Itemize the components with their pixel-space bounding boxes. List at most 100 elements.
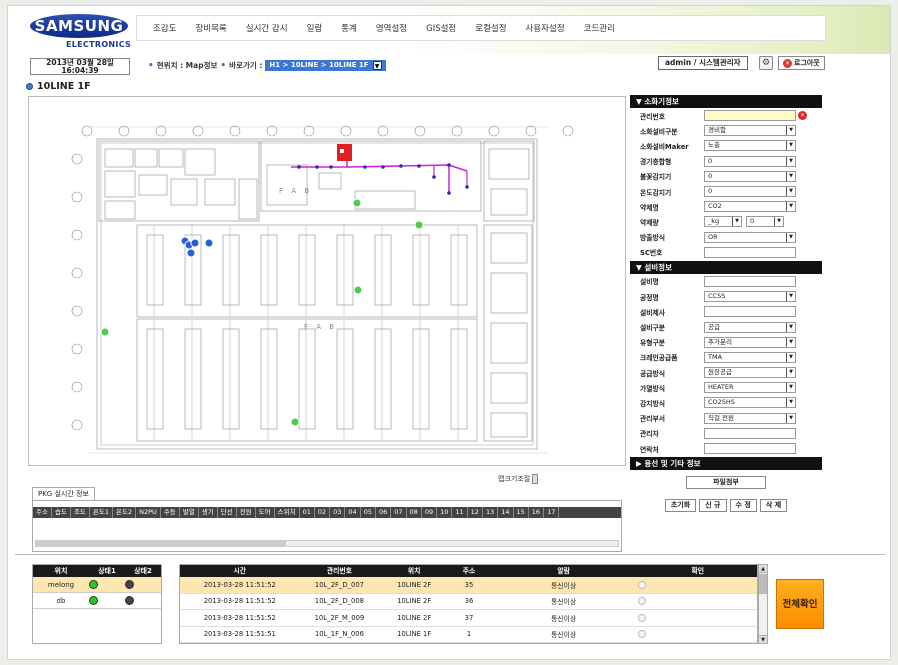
field-select[interactable]: CO2 ▼ <box>704 201 796 213</box>
samsung-logo[interactable]: SAMSUNG <box>30 14 128 38</box>
clear-icon[interactable]: ✕ <box>798 111 807 121</box>
nav-gis-settings[interactable]: GIS설정 <box>426 22 456 34</box>
chevron-down-icon[interactable]: ▼ <box>786 187 795 197</box>
section-equipment-info[interactable]: ▼ 설비정보 <box>630 260 822 274</box>
chevron-down-icon[interactable]: ▼ <box>786 202 795 212</box>
confirm-radio[interactable] <box>638 613 647 622</box>
nav-user-settings[interactable]: 사용자설정 <box>526 22 565 34</box>
chevron-down-icon[interactable]: ▼ <box>732 217 741 227</box>
sensor-marker[interactable] <box>190 238 200 248</box>
chevron-down-icon[interactable]: ▼ <box>786 337 795 347</box>
confirm-radio[interactable] <box>638 580 647 589</box>
field-select[interactable]: 0 ▼ <box>746 216 784 228</box>
sensor-marker[interactable] <box>414 220 424 230</box>
chevron-down-icon[interactable]: ▼ <box>786 141 795 151</box>
confirm-radio[interactable] <box>638 597 647 606</box>
field-select[interactable]: 0 ▼ <box>704 155 796 167</box>
field-input[interactable] <box>704 275 796 287</box>
sensor-marker[interactable] <box>352 198 362 208</box>
field-select[interactable]: HEATER ▼ <box>704 382 796 394</box>
event-id: 10L_2F_D_008 <box>314 597 364 606</box>
fire-extinguisher-marker[interactable] <box>337 144 352 161</box>
chevron-down-icon[interactable]: ▼ <box>786 368 795 378</box>
table-row[interactable]: db <box>33 593 161 609</box>
tab-pkg-realtime[interactable]: PKG 실시간 정보 <box>32 487 95 500</box>
chevron-down-icon[interactable]: ▼ <box>786 322 795 332</box>
field-input[interactable] <box>704 427 796 439</box>
location-select[interactable]: H1 > 10LINE > 10LINE 1F ▼ <box>265 60 386 71</box>
pkg-horizontal-scrollbar[interactable] <box>35 540 619 547</box>
confirm-cell <box>638 597 757 606</box>
table-row[interactable]: 2013-03-28 11:51:51 10L_1F_N_006 10LINE 1F… <box>180 627 757 643</box>
chevron-down-icon[interactable]: ▼ <box>372 61 382 70</box>
field-select[interactable]: 추가분리 ▼ <box>704 336 796 348</box>
field-select[interactable]: 직걸 전원 ▼ <box>704 412 796 424</box>
settings-gear-button[interactable]: ⚙ <box>759 56 773 70</box>
nav-realtime-monitor[interactable]: 실시간 감시 <box>246 22 288 34</box>
sensor-marker[interactable] <box>100 327 110 337</box>
nav-area-settings[interactable]: 영역설정 <box>376 22 407 34</box>
map-zoom-control[interactable]: 맵크기조절 <box>498 474 539 484</box>
nav-overview[interactable]: 조감도 <box>153 22 176 34</box>
chevron-down-icon[interactable]: ▼ <box>774 217 783 227</box>
chevron-down-icon[interactable]: ▼ <box>786 126 795 136</box>
bay-block <box>298 328 316 430</box>
chevron-down-icon[interactable]: ▼ <box>786 413 795 423</box>
sensor-marker[interactable] <box>204 238 214 248</box>
chevron-down-icon[interactable]: ▼ <box>786 292 795 302</box>
field-select[interactable]: 경비함 ▼ <box>704 125 796 137</box>
field-select[interactable]: CCSS ▼ <box>704 291 796 303</box>
nav-code-management[interactable]: 코드관리 <box>584 22 615 34</box>
chevron-down-icon[interactable]: ▼ <box>786 232 795 242</box>
section-extinguisher-info[interactable]: ▼ 소화기정보 <box>630 95 822 108</box>
scroll-thumb[interactable] <box>36 541 286 546</box>
zoom-slider-handle[interactable] <box>532 474 539 484</box>
section-other-info[interactable]: ▶ 용선 및 기타 정보 <box>630 457 822 471</box>
table-row[interactable]: 2013-03-28 11:51:52 10L_2F_M_009 10LINE 2F… <box>180 610 757 627</box>
confirm-radio[interactable] <box>638 630 647 639</box>
chevron-down-icon[interactable]: ▼ <box>786 352 795 362</box>
field-select[interactable]: 0 ▼ <box>704 170 796 182</box>
sensor-marker[interactable] <box>290 417 300 427</box>
field-input[interactable] <box>704 246 796 258</box>
table-row[interactable]: 2013-03-28 11:51:52 10L_2F_D_008 10LINE 2F… <box>180 594 757 610</box>
field-input[interactable] <box>704 306 796 318</box>
field-input[interactable] <box>704 443 796 455</box>
attach-file-button[interactable]: 파일첨부 <box>686 476 766 490</box>
field-select[interactable]: 공급 ▼ <box>704 321 796 333</box>
sensor-marker[interactable] <box>186 248 196 258</box>
scroll-down-icon[interactable]: ▼ <box>759 635 767 643</box>
scroll-up-icon[interactable]: ▲ <box>759 565 767 573</box>
chevron-down-icon[interactable]: ▼ <box>786 383 795 393</box>
field-select[interactable]: 원장공급 ▼ <box>704 367 796 379</box>
logout-button[interactable]: ✕ 로그아웃 <box>778 56 825 70</box>
nav-equipment-list[interactable]: 장비목록 <box>195 22 226 34</box>
new-button[interactable]: 신 규 <box>699 499 727 513</box>
scroll-thumb[interactable] <box>759 574 767 594</box>
chevron-down-icon[interactable]: ▼ <box>786 171 795 181</box>
delete-button[interactable]: 삭 제 <box>759 499 788 513</box>
table-row[interactable]: melong <box>33 577 161 593</box>
field-select[interactable]: OR ▼ <box>704 231 796 243</box>
edit-button[interactable]: 수 정 <box>729 499 757 513</box>
field-select[interactable]: 0 ▼ <box>704 186 796 198</box>
nav-statistics[interactable]: 통계 <box>341 22 357 34</box>
field-select[interactable]: TMA ▼ <box>704 351 796 363</box>
floor-map[interactable]: F A B F A B <box>28 96 626 466</box>
nav-local-settings[interactable]: 로컬설정 <box>475 22 506 34</box>
confirm-all-button[interactable]: 전체확인 <box>776 579 824 629</box>
field-select[interactable]: _kg ▼ <box>704 216 742 228</box>
field-select[interactable]: CO2SHS ▼ <box>704 397 796 409</box>
chevron-down-icon[interactable]: ▼ <box>786 398 795 408</box>
reset-button[interactable]: 초기화 <box>664 499 697 513</box>
floor-plan-svg[interactable]: F A B F A B <box>29 97 626 466</box>
nav-list[interactable]: 일람 <box>307 22 323 34</box>
event-id: 10L_1F_N_006 <box>314 630 364 639</box>
sensor-marker[interactable] <box>353 285 363 295</box>
table-row[interactable]: 2013-03-28 11:51:52 10L_2F_D_007 10LINE 2F… <box>180 577 757 594</box>
field-select[interactable]: 노출 ▼ <box>704 140 796 152</box>
event-table-scrollbar[interactable]: ▲ ▼ <box>758 564 768 644</box>
field-input[interactable] <box>704 110 796 122</box>
field-label: 설비명 <box>640 278 659 287</box>
chevron-down-icon[interactable]: ▼ <box>786 156 795 166</box>
